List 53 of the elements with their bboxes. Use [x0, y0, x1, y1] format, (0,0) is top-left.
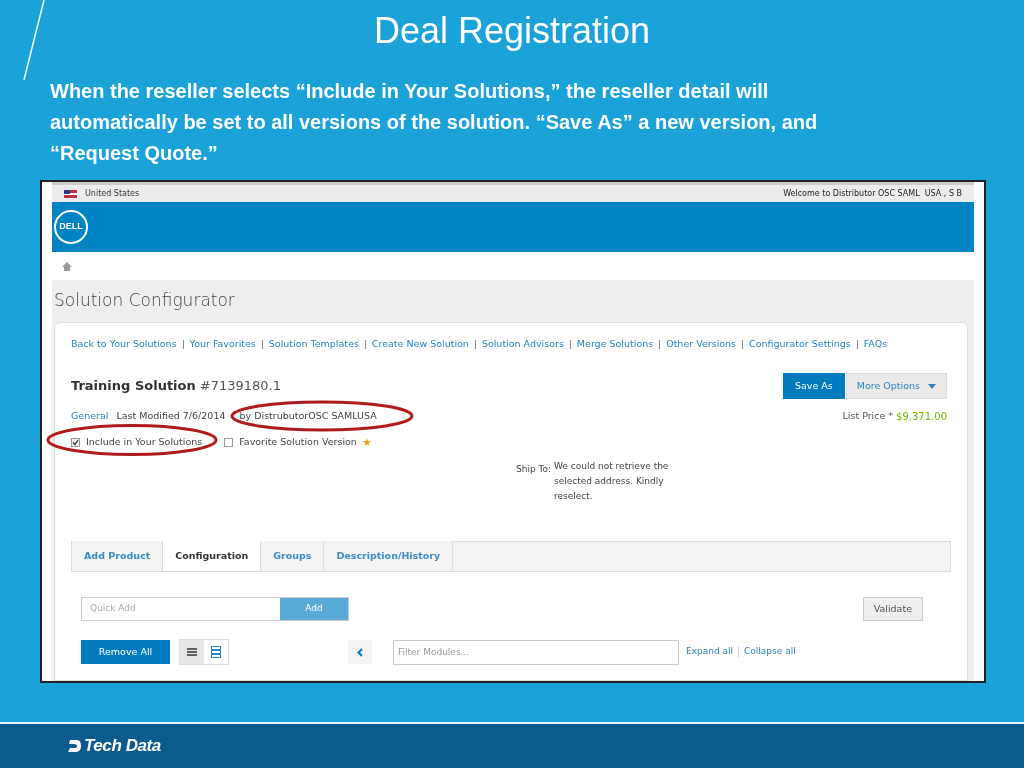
- add-button[interactable]: Add: [280, 598, 348, 620]
- menu-icon: [187, 648, 197, 656]
- modified-by-text: by DistrubutorOSC SAMLUSA: [239, 408, 377, 423]
- validate-button[interactable]: Validate: [862, 597, 923, 621]
- checkbox-label: Include in Your Solutions: [86, 434, 203, 449]
- ship-to-label: Ship To:: [516, 463, 552, 476]
- last-modified-text: Last Modified 7/6/2014: [116, 408, 226, 423]
- nav-link[interactable]: Other Versions: [666, 336, 737, 352]
- tab[interactable]: Add Product: [72, 541, 164, 571]
- nav-link[interactable]: Merge Solutions: [576, 336, 654, 352]
- slide-title: Deal Registration: [373, 13, 651, 49]
- tab[interactable]: Configuration: [163, 541, 262, 571]
- footer-logo: Tech Data: [84, 735, 161, 758]
- checkbox[interactable]: [224, 437, 234, 447]
- filter-field[interactable]: Filter Modules...: [393, 639, 679, 665]
- country-label: United States: [85, 187, 140, 200]
- list-price: $9,371.00: [896, 409, 947, 424]
- slide-body-text: When the reseller selects “Include in Your Solutions,” the reseller detail will automatically be set to all versions of the solution. “Save As” a new version, and “Request Quote.”: [50, 79, 819, 166]
- more-options-button[interactable]: More Options: [845, 373, 947, 399]
- nav-link[interactable]: Back to Your Solutions: [71, 336, 177, 352]
- list-view-button[interactable]: [180, 640, 204, 664]
- check-icon: [72, 438, 79, 446]
- solution-number: #7139180.1: [199, 377, 281, 396]
- chevron-left-icon: [357, 647, 363, 657]
- nav-link[interactable]: Create New Solution: [371, 336, 469, 352]
- welcome-text: Welcome to Distributor OSC SAML USA , S B: [783, 187, 962, 200]
- tab[interactable]: Description/History: [324, 541, 454, 571]
- general-link[interactable]: General: [71, 408, 109, 424]
- list-price-label: List Price *: [842, 408, 894, 423]
- remove-all-button[interactable]: Remove All: [81, 640, 170, 664]
- save-as-button[interactable]: Save As: [782, 373, 845, 399]
- expand-all-link[interactable]: Expand all: [686, 645, 734, 659]
- rows-icon: [211, 646, 221, 658]
- page-title: Solution Configurator: [54, 289, 235, 313]
- nav-link[interactable]: Solution Templates: [268, 336, 359, 352]
- nav-link[interactable]: Solution Advisors: [481, 336, 564, 352]
- home-icon[interactable]: [62, 261, 72, 271]
- tab[interactable]: Groups: [261, 541, 325, 571]
- checkbox-label: Favorite Solution Version: [239, 434, 357, 449]
- nav-link[interactable]: Configurator Settings: [749, 336, 851, 352]
- collapse-all-link[interactable]: Collapse all: [744, 645, 796, 659]
- nav-link[interactable]: Your Favorites: [189, 336, 256, 352]
- checkbox[interactable]: [71, 437, 80, 447]
- logo: DELL: [54, 210, 88, 244]
- solution-name: Training Solution: [71, 377, 196, 396]
- star-icon: [362, 438, 371, 446]
- quick-add-field[interactable]: Quick Add Add: [81, 597, 349, 621]
- nav-link[interactable]: FAQs: [863, 336, 888, 352]
- caret-icon: [928, 383, 936, 389]
- flag-icon: [64, 189, 77, 198]
- collapse-panel-button[interactable]: [348, 640, 372, 664]
- logo-mark-icon: [68, 739, 82, 753]
- ship-to-message: We could not retrieve the selected address. Kindly reselect.: [554, 460, 670, 503]
